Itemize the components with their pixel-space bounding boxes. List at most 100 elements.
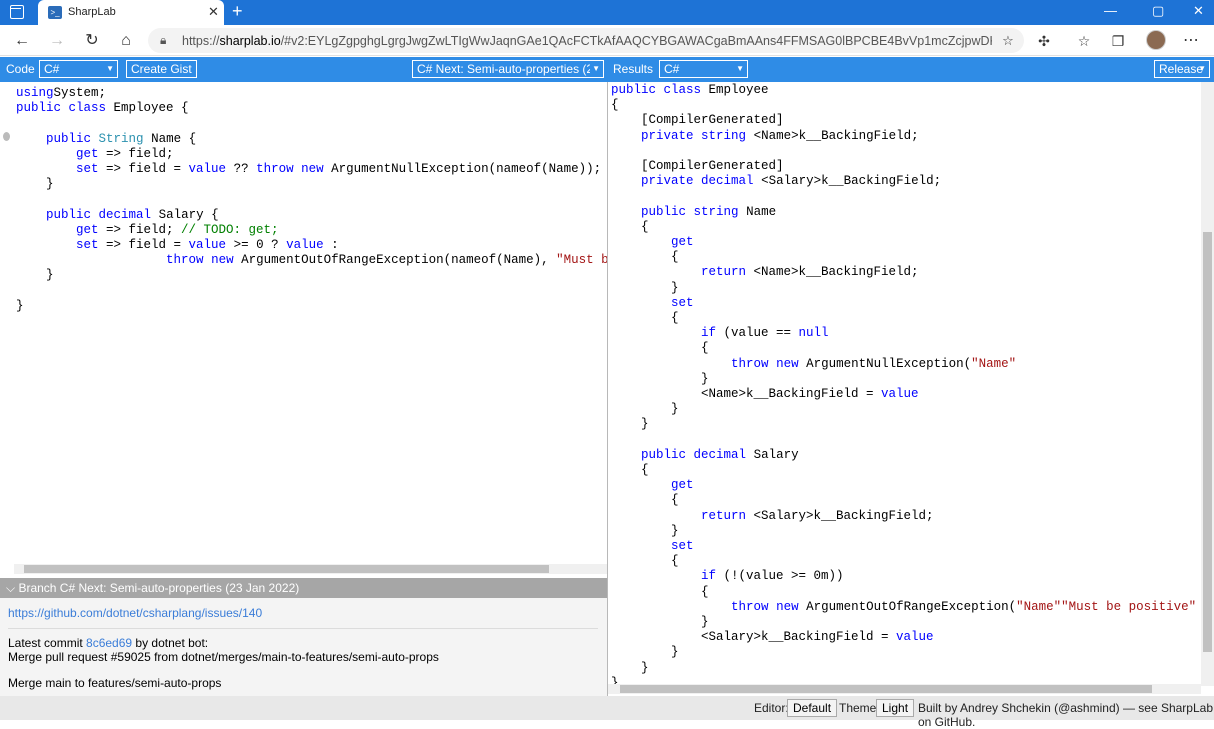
code-line: } — [611, 372, 709, 387]
commit-message-body: Merge main to features/semi-auto-props — [8, 676, 222, 690]
chevron-down-icon: ▼ — [1198, 64, 1206, 73]
credit-text[interactable]: Built by Andrey Shchekin (@ashmind) — se… — [918, 701, 1214, 729]
code-token: { — [611, 493, 679, 508]
code-language-select[interactable]: C# ▼ — [39, 60, 118, 78]
code-token: : — [323, 238, 339, 252]
code-line: } — [16, 177, 54, 192]
address-bar[interactable]: 🔒︎ https://sharplab.io/#v2:EYLgZgpghgLgr… — [148, 28, 1024, 53]
close-window-icon[interactable]: ✕ — [1193, 3, 1204, 19]
code-token: <Salary>k__BackingField; — [746, 508, 934, 523]
favorites-icon[interactable]: ☆ — [1074, 31, 1094, 51]
profile-avatar[interactable] — [1146, 30, 1166, 50]
results-vertical-scrollbar[interactable] — [1201, 82, 1214, 686]
code-token: String — [98, 131, 144, 146]
editor-mode-button[interactable]: Default — [787, 699, 838, 717]
scrollbar-thumb[interactable] — [620, 685, 1152, 693]
commit-info: Latest commit 8c6ed69 by dotnet bot: — [8, 636, 208, 650]
branch-select[interactable]: C# Next: Semi-auto-properties (23 Jan 20… — [412, 60, 604, 78]
refresh-icon[interactable]: ↻ — [82, 31, 102, 51]
results-horizontal-scrollbar[interactable] — [608, 684, 1201, 694]
url-text: https://sharplab.io/#v2:EYLgZgpghgLgrgJw… — [182, 34, 992, 48]
code-token: } — [16, 298, 24, 313]
code-line: } — [611, 402, 679, 417]
code-line: public string Name — [611, 205, 776, 220]
code-token: Name — [738, 204, 777, 219]
lightbulb-icon[interactable] — [3, 132, 10, 141]
code-line: <Salary>k__BackingField = value — [611, 630, 934, 645]
minimize-icon[interactable]: — — [1104, 3, 1117, 18]
code-token: public — [641, 447, 687, 462]
code-token: } — [611, 645, 679, 660]
results-language-select[interactable]: C# ▼ — [659, 60, 748, 78]
forward-icon[interactable]: → — [47, 31, 67, 51]
code-token: null — [798, 326, 829, 341]
code-line: set => field = value >= 0 ? value : — [16, 238, 339, 253]
editor-horizontal-scrollbar[interactable] — [14, 564, 607, 574]
extensions-icon[interactable]: ✣ — [1034, 31, 1054, 51]
code-token: <Name>k__BackingField = — [611, 387, 882, 401]
tab-actions-icon[interactable] — [10, 5, 24, 19]
code-token: => field = — [98, 238, 189, 252]
code-token: } — [611, 615, 709, 629]
code-token: [CompilerGenerated] — [611, 113, 784, 128]
code-line: throw new ArgumentOutOfRangeException("N… — [611, 600, 1196, 615]
code-line: get => field; // TODO: get; — [16, 223, 279, 238]
code-line: } — [611, 417, 649, 432]
favorite-add-icon[interactable]: ☆ — [998, 31, 1018, 51]
code-token: throw — [731, 599, 769, 614]
new-tab-icon[interactable]: + — [232, 1, 243, 22]
code-token: System; — [53, 86, 107, 100]
code-token: private — [641, 128, 694, 143]
code-token: class — [663, 83, 702, 97]
code-token: <Name>k__BackingField; — [746, 128, 919, 143]
code-token: string — [701, 128, 747, 143]
code-line: get — [611, 478, 694, 493]
code-token: public — [641, 204, 687, 219]
commit-hash-link[interactable]: 8c6ed69 — [86, 636, 132, 650]
tab-close-icon[interactable]: ✕ — [208, 4, 219, 20]
branch-header[interactable]: ⌵ Branch C# Next: Semi-auto-properties (… — [0, 578, 607, 598]
results-view[interactable]: public class Employee { [CompilerGenerate… — [608, 82, 1214, 696]
code-line: [CompilerGenerated] — [611, 159, 784, 174]
maximize-icon[interactable]: ▢ — [1152, 3, 1164, 19]
code-editor[interactable]: usingSystem; public class Employee { publ… — [0, 82, 607, 578]
issue-link[interactable]: https://github.com/dotnet/csharplang/iss… — [8, 606, 262, 620]
more-options-icon[interactable]: ⋯ — [1181, 31, 1201, 51]
code-token: return — [701, 265, 747, 280]
code-token: } — [611, 371, 709, 386]
code-token: public — [16, 101, 62, 116]
code-token: (value == — [716, 326, 799, 341]
code-token: set — [76, 238, 99, 252]
code-token: get — [76, 222, 99, 237]
create-gist-button[interactable]: Create Gist — [126, 60, 197, 78]
code-token: => field; — [98, 222, 182, 237]
code-token: "Must be positive" — [1061, 599, 1197, 614]
scrollbar-thumb[interactable] — [1203, 232, 1212, 652]
branch-header-text: Branch C# Next: Semi-auto-properties (23… — [18, 581, 300, 595]
home-icon[interactable]: ⌂ — [116, 31, 136, 51]
code-token: decimal — [98, 207, 152, 222]
theme-button[interactable]: Light — [876, 699, 915, 717]
code-line: private string <Name>k__BackingField; — [611, 129, 919, 144]
back-icon[interactable]: ← — [12, 31, 32, 51]
chevron-down-icon: ▼ — [590, 61, 600, 77]
build-mode-select[interactable]: Release ▼ — [1154, 60, 1210, 78]
code-line: public class Employee — [611, 83, 769, 98]
code-token: return — [701, 508, 747, 523]
browser-tab[interactable]: >_ SharpLab ✕ — [38, 0, 224, 25]
collections-icon[interactable]: ❐ — [1108, 31, 1128, 51]
scrollbar-thumb[interactable] — [24, 565, 549, 573]
code-token: { — [611, 463, 649, 477]
